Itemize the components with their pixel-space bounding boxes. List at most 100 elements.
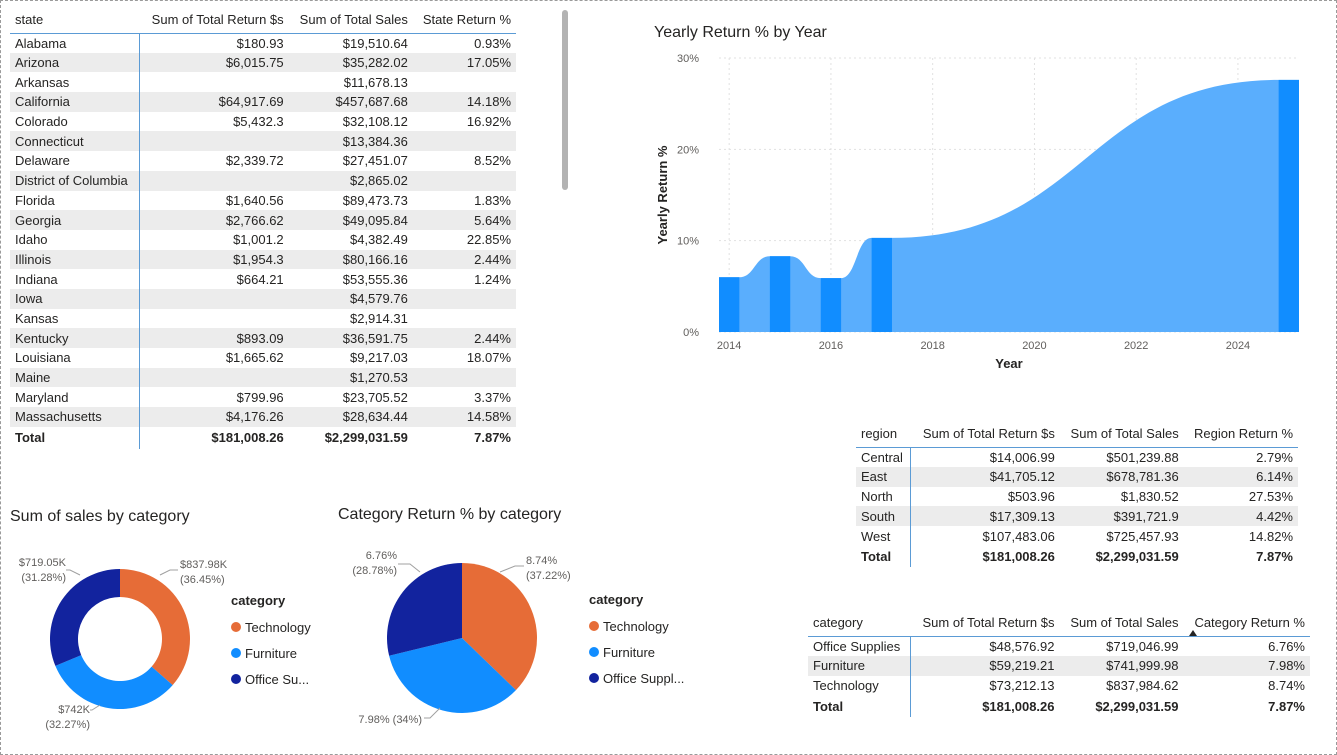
table-row[interactable]: Florida $1,640.56 $89,473.73 1.83% bbox=[10, 190, 516, 211]
table-row[interactable]: Maine $1,270.53 bbox=[10, 367, 516, 388]
slice-value-label: $837.98K bbox=[180, 559, 228, 571]
return-pct-cell bbox=[413, 72, 516, 92]
column-header-sales[interactable]: Sum of Total Sales bbox=[1060, 610, 1184, 636]
column-header-sales[interactable]: Sum of Total Sales bbox=[1060, 421, 1184, 447]
category-return-pie-chart[interactable]: 8.74% (37.22%) 7.98% (34%) 6.76% (28.78%) bbox=[340, 540, 590, 750]
table-row[interactable]: Connecticut $13,384.36 bbox=[10, 131, 516, 152]
table-row[interactable]: Indiana $664.21 $53,555.36 1.24% bbox=[10, 269, 516, 289]
table-row[interactable]: Central $14,006.99 $501,239.88 2.79% bbox=[856, 447, 1298, 467]
table-row[interactable]: Massachusetts $4,176.26 $28,634.44 14.58% bbox=[10, 407, 516, 427]
state-table-scrollbar[interactable] bbox=[562, 10, 568, 190]
table-row[interactable]: California $64,917.69 $457,687.68 14.18% bbox=[10, 92, 516, 112]
column-header-return[interactable]: Sum of Total Return $s bbox=[911, 421, 1060, 447]
slice-percent-label: (31.28%) bbox=[21, 572, 66, 584]
sales-by-category-donut-chart[interactable]: $837.98K (36.45%) $742K (32.27%) $719.05K (31… bbox=[0, 540, 240, 750]
table-row[interactable]: Arkansas $11,678.13 bbox=[10, 72, 516, 93]
sales-cell: $23,705.52 bbox=[342, 389, 408, 405]
table-row[interactable]: Louisiana $1,665.62 $9,217.03 18.07% bbox=[10, 348, 516, 368]
table-row[interactable]: Office Supplies $48,576.92 $719,046.99 6.76… bbox=[808, 636, 1310, 656]
column-header-state[interactable]: state bbox=[10, 7, 139, 33]
table-row[interactable]: North $503.96 $1,830.52 27.53% bbox=[856, 486, 1298, 507]
column-header-category[interactable]: category bbox=[808, 610, 911, 636]
table-total-row[interactable]: Total $181,008.26 $2,299,031.59 7.87% bbox=[808, 695, 1310, 718]
column-header-return[interactable]: Sum of Total Return $s bbox=[911, 610, 1060, 636]
sort-ascending-icon[interactable] bbox=[1189, 630, 1197, 636]
year-data-bar[interactable] bbox=[719, 277, 740, 332]
sales-cell: $89,473.73 bbox=[342, 192, 408, 208]
category-table[interactable]: category Sum of Total Return $s Sum of T… bbox=[808, 610, 1310, 718]
column-header-sales[interactable]: Sum of Total Sales bbox=[289, 7, 413, 33]
table-row[interactable]: East $41,705.12 $678,781.36 6.14% bbox=[856, 466, 1298, 487]
legend-item-office-supplies[interactable]: Office Suppl... bbox=[589, 665, 684, 691]
table-total-row[interactable]: Total $181,008.26 $2,299,031.59 7.87% bbox=[10, 426, 516, 449]
x-tick-label: 2020 bbox=[1022, 340, 1046, 352]
column-header-return-pct[interactable]: State Return % bbox=[413, 7, 516, 33]
legend-item-technology[interactable]: Technology bbox=[589, 613, 684, 639]
legend-item-technology[interactable]: Technology bbox=[231, 614, 311, 640]
row-label: Iowa bbox=[10, 288, 140, 309]
return-pct-cell bbox=[413, 131, 516, 151]
yearly-return-area-chart[interactable]: 0% 10% 20% 30% 2014 2016 2018 2020 2022 2024 Year Y… bbox=[640, 40, 1320, 380]
x-tick-label: 2024 bbox=[1226, 340, 1250, 352]
row-label: Arkansas bbox=[10, 72, 140, 93]
table-row[interactable]: Maryland $799.96 $23,705.52 3.37% bbox=[10, 387, 516, 408]
table-row[interactable]: Idaho $1,001.2 $4,382.49 22.85% bbox=[10, 229, 516, 250]
row-label: North bbox=[856, 486, 912, 507]
table-row[interactable]: Iowa $4,579.76 bbox=[10, 288, 516, 309]
return-cell: $64,917.69 bbox=[218, 94, 284, 110]
table-header-row: state Sum of Total Return $s Sum of Tota… bbox=[10, 7, 516, 33]
return-pct-cell: 7.87% bbox=[474, 430, 511, 446]
return-cell: $2,339.72 bbox=[225, 153, 284, 169]
return-cell: $59,219.21 bbox=[989, 658, 1055, 674]
return-cell: $4,176.26 bbox=[225, 409, 284, 425]
return-pct-cell: 14.18% bbox=[466, 94, 511, 110]
column-header-return[interactable]: Sum of Total Return $s bbox=[139, 7, 288, 33]
row-label: Florida bbox=[10, 190, 140, 211]
table-row[interactable]: Kentucky $893.09 $36,591.75 2.44% bbox=[10, 328, 516, 348]
row-label: District of Columbia bbox=[10, 170, 140, 191]
row-label: Colorado bbox=[10, 111, 140, 132]
sales-cell: $2,914.31 bbox=[349, 310, 408, 326]
table-total-row[interactable]: Total $181,008.26 $2,299,031.59 7.87% bbox=[856, 545, 1298, 567]
slice-technology[interactable] bbox=[120, 569, 191, 686]
year-data-bar[interactable] bbox=[1278, 79, 1299, 332]
legend-title: category bbox=[589, 592, 644, 607]
table-row[interactable]: Illinois $1,954.3 $80,166.16 2.44% bbox=[10, 249, 516, 270]
return-pct-cell: 0.93% bbox=[474, 35, 511, 51]
slice-value-label: 7.98% (34%) bbox=[358, 714, 422, 726]
year-data-bar[interactable] bbox=[871, 237, 892, 332]
year-data-bar[interactable] bbox=[769, 256, 791, 332]
legend-item-office-supplies[interactable]: Office Su... bbox=[231, 666, 311, 692]
table-header-row: category Sum of Total Return $s Sum of T… bbox=[808, 610, 1310, 636]
sales-cell: $32,108.12 bbox=[342, 114, 408, 130]
region-table[interactable]: region Sum of Total Return $s Sum of Tot… bbox=[856, 421, 1298, 567]
yearly-return-area[interactable] bbox=[719, 79, 1299, 332]
table-row[interactable]: Georgia $2,766.62 $49,095.84 5.64% bbox=[10, 210, 516, 230]
legend-label: Furniture bbox=[603, 644, 656, 660]
state-table[interactable]: state Sum of Total Return $s Sum of Tota… bbox=[10, 7, 516, 449]
table-row[interactable]: Technology $73,212.13 $837,984.62 8.74% bbox=[808, 675, 1310, 696]
legend-item-furniture[interactable]: Furniture bbox=[589, 639, 684, 665]
table-row[interactable]: Delaware $2,339.72 $27,451.07 8.52% bbox=[10, 151, 516, 171]
table-row[interactable]: Alabama $180.93 $19,510.64 0.93% bbox=[10, 33, 516, 53]
column-header-return-pct[interactable]: Region Return % bbox=[1184, 421, 1298, 447]
year-data-bar[interactable] bbox=[820, 278, 842, 332]
legend-item-furniture[interactable]: Furniture bbox=[231, 640, 311, 666]
legend-dot-icon bbox=[589, 673, 599, 683]
table-row[interactable]: Furniture $59,219.21 $741,999.98 7.98% bbox=[808, 655, 1310, 676]
table-row[interactable]: South $17,309.13 $391,721.9 4.42% bbox=[856, 506, 1298, 527]
table-row[interactable]: Kansas $2,914.31 bbox=[10, 308, 516, 329]
table-row[interactable]: West $107,483.06 $725,457.93 14.82% bbox=[856, 526, 1298, 546]
return-cell: $181,008.26 bbox=[982, 548, 1055, 564]
row-label: Indiana bbox=[10, 269, 140, 289]
table-row[interactable]: Colorado $5,432.3 $32,108.12 16.92% bbox=[10, 111, 516, 132]
column-header-return-pct[interactable]: Category Return % bbox=[1183, 610, 1310, 636]
sales-cell: $678,781.36 bbox=[1106, 469, 1179, 485]
table-row[interactable]: District of Columbia $2,865.02 bbox=[10, 170, 516, 191]
return-cell bbox=[139, 72, 288, 92]
return-pct-cell bbox=[413, 368, 516, 388]
row-label: Office Supplies bbox=[808, 636, 912, 656]
column-header-region[interactable]: region bbox=[856, 421, 911, 447]
return-pct-cell: 14.58% bbox=[466, 409, 511, 425]
table-row[interactable]: Arizona $6,015.75 $35,282.02 17.05% bbox=[10, 52, 516, 73]
